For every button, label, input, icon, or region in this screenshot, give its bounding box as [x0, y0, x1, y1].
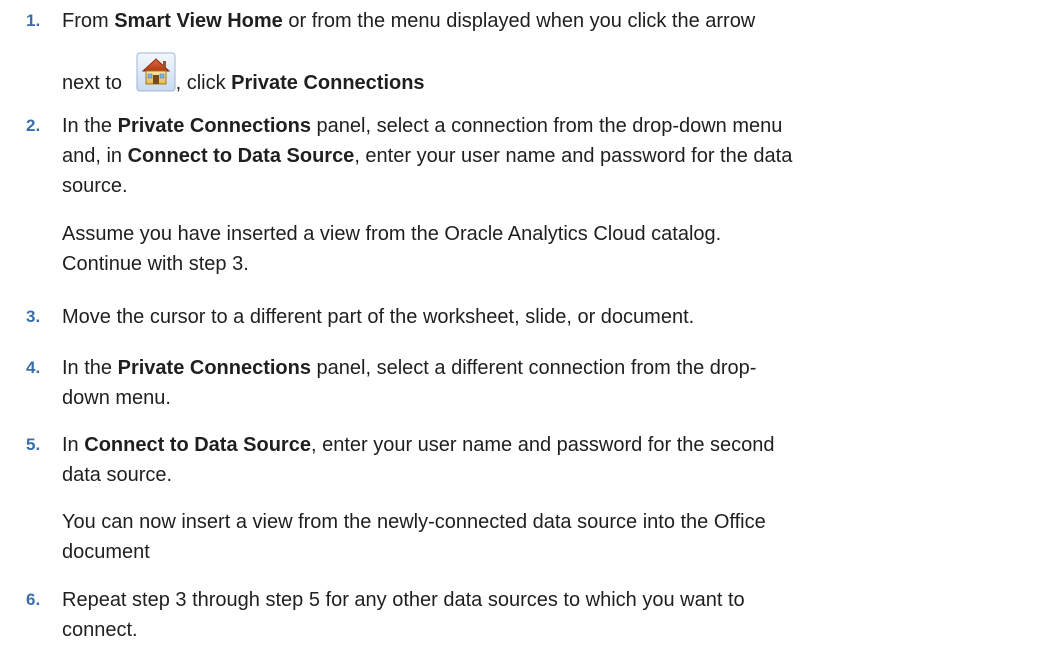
step-text: In Connect to Data Source, enter your us…: [62, 434, 775, 456]
step-1-continued: next to , click Private Connections: [0, 52, 1047, 98]
step-2: 2. In the Private Connections panel, sel…: [0, 111, 1047, 201]
step-number: 2.: [26, 116, 41, 135]
ui-term: Private Connections: [117, 115, 311, 137]
ui-term: Private Connections: [231, 72, 425, 94]
step-text: Move the cursor to a different part of t…: [62, 306, 695, 328]
step-text: From Smart View Home or from the menu di…: [62, 10, 756, 32]
step-5-note: You can now insert a view from the newly…: [62, 511, 766, 563]
ui-term: Connect to Data Source: [84, 434, 311, 456]
step-1: 1. From Smart View Home or from the menu…: [0, 6, 1047, 36]
ui-term: Smart View Home: [114, 10, 283, 32]
step-text: In the Private Connections panel, select…: [62, 357, 757, 379]
step-number: 1.: [26, 11, 41, 30]
home-icon: [136, 52, 176, 92]
step-number: 5.: [26, 435, 41, 454]
ui-term: Connect to Data Source: [127, 145, 355, 167]
step-text: Repeat step 3 through step 5 for any oth…: [62, 589, 745, 611]
step-5: 5. In Connect to Data Source, enter your…: [0, 430, 1047, 490]
step-number: 4.: [26, 358, 41, 377]
step-2-note: Assume you have inserted a view from the…: [62, 223, 722, 275]
step-3: 3. Move the cursor to a different part o…: [0, 302, 1047, 332]
ui-term: Private Connections: [117, 357, 311, 379]
step-4: 4. In the Private Connections panel, sel…: [0, 353, 1047, 413]
step-number: 3.: [26, 307, 41, 326]
step-6: 6. Repeat step 3 through step 5 for any …: [0, 585, 1047, 645]
step-text: In the Private Connections panel, select…: [62, 115, 783, 137]
step-number: 6.: [26, 590, 41, 609]
